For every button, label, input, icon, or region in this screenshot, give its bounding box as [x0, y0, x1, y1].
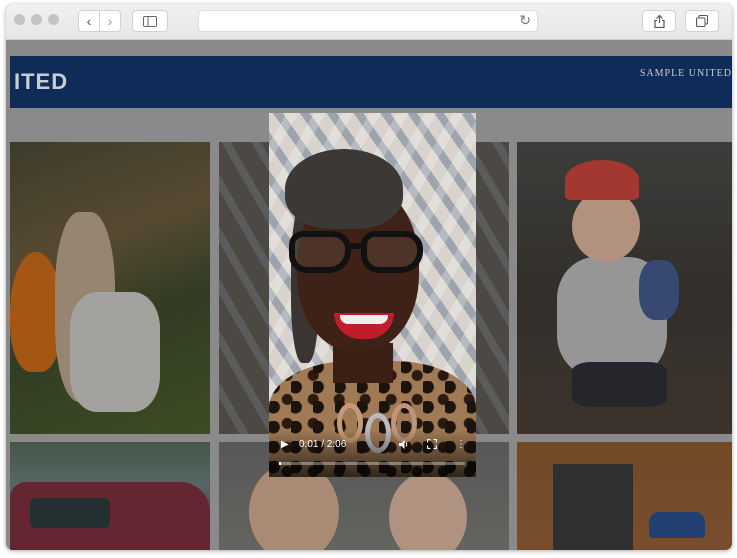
video-controls: ▶ 0:01 / 2:06 ⋮ [269, 429, 476, 477]
gallery-photo-girls[interactable] [10, 142, 210, 434]
dim-overlay [517, 442, 732, 550]
lens-shape [289, 231, 351, 273]
teeth-shape [340, 315, 388, 324]
gallery-photo-boy[interactable] [517, 142, 732, 434]
address-bar[interactable]: ↻ [198, 10, 538, 32]
video-progress-fill [279, 462, 281, 465]
sidebar-icon [143, 15, 157, 27]
site-header: ITED SAMPLE UNITED [10, 56, 732, 108]
glasses-shape [289, 231, 425, 279]
tab-overview-button[interactable] [685, 10, 719, 32]
volume-icon[interactable] [398, 439, 410, 454]
more-vertical-icon[interactable]: ⋮ [456, 439, 466, 451]
tabs-overview-icon [696, 15, 708, 27]
dim-overlay [10, 442, 210, 550]
fullscreen-icon[interactable] [426, 438, 438, 453]
hair-shape [285, 149, 403, 229]
close-window-button[interactable] [14, 14, 25, 25]
play-icon[interactable]: ▶ [281, 439, 289, 451]
browser-window: ‹ › ↻ ITED SAMPLE UNITED ▶ 0:01 / 2:06 ⋮ [6, 4, 732, 550]
video-player[interactable]: ▶ 0:01 / 2:06 ⋮ [269, 113, 476, 477]
lens-shape [361, 231, 423, 273]
share-icon [653, 14, 665, 28]
dim-overlay [10, 142, 210, 434]
site-nav-text[interactable]: SAMPLE UNITED [640, 68, 732, 79]
chevron-left-icon: ‹ [86, 13, 92, 29]
reload-icon[interactable]: ↻ [519, 12, 531, 29]
forward-button[interactable]: › [99, 10, 121, 32]
browser-toolbar: ‹ › ↻ [6, 4, 732, 40]
sidebar-toggle-button[interactable] [132, 10, 168, 32]
video-progress-bar[interactable] [279, 462, 465, 465]
gallery-photo-garage[interactable] [517, 442, 732, 550]
web-page: ITED SAMPLE UNITED ▶ 0:01 / 2:06 ⋮ [6, 40, 732, 550]
share-button[interactable] [642, 10, 676, 32]
back-button[interactable]: ‹ [78, 10, 100, 32]
video-time-display: 0:01 / 2:06 [299, 439, 347, 450]
zoom-window-button[interactable] [48, 14, 59, 25]
chevron-right-icon: › [107, 13, 113, 29]
gallery-photo-car[interactable] [10, 442, 210, 550]
minimize-window-button[interactable] [31, 14, 42, 25]
site-brand[interactable]: ITED [14, 69, 68, 95]
dim-overlay [517, 142, 732, 434]
